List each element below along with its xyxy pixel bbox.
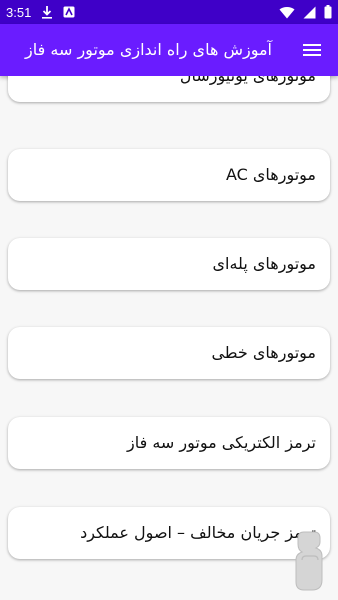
list-item-label: ترمز الکتریکی موتور سه فاز bbox=[127, 433, 316, 452]
list-item-label: موتورهای پله‌ای bbox=[212, 254, 317, 273]
menu-button[interactable] bbox=[300, 38, 324, 62]
menu-icon bbox=[303, 44, 321, 56]
app-badge-icon bbox=[63, 6, 75, 18]
list-item-label: موتورهای یونیورسال bbox=[180, 76, 316, 102]
download-icon bbox=[42, 6, 53, 19]
list-item-linear-motors[interactable]: موتورهای خطی bbox=[8, 327, 330, 379]
topic-list[interactable]: موتورهای یونیورسال موتورهای AC موتورهای … bbox=[0, 76, 338, 600]
status-time: 3:51 bbox=[6, 4, 32, 20]
list-item-universal-motors[interactable]: موتورهای یونیورسال bbox=[8, 76, 330, 102]
list-item-plugging-brake[interactable]: ترمز جریان مخالف – اصول عملکرد bbox=[8, 507, 330, 559]
list-item-stepper-motors[interactable]: موتورهای پله‌ای bbox=[8, 238, 330, 290]
scroll-thumb-icon[interactable] bbox=[292, 530, 326, 592]
status-bar: 3:51 bbox=[0, 0, 338, 24]
wifi-icon bbox=[279, 6, 295, 19]
list-item-electric-braking[interactable]: ترمز الکتریکی موتور سه فاز bbox=[8, 417, 330, 469]
page-title: آموزش های راه اندازی موتور سه فاز bbox=[25, 40, 272, 59]
signal-icon bbox=[303, 6, 316, 18]
list-item-label: موتورهای AC bbox=[225, 165, 316, 184]
app-bar: آموزش های راه اندازی موتور سه فاز bbox=[0, 24, 338, 76]
battery-icon bbox=[324, 5, 332, 19]
list-item-label: موتورهای خطی bbox=[211, 343, 316, 362]
list-item-label: ترمز جریان مخالف – اصول عملکرد bbox=[80, 523, 316, 542]
list-item-ac-motors[interactable]: موتورهای AC bbox=[8, 149, 330, 201]
